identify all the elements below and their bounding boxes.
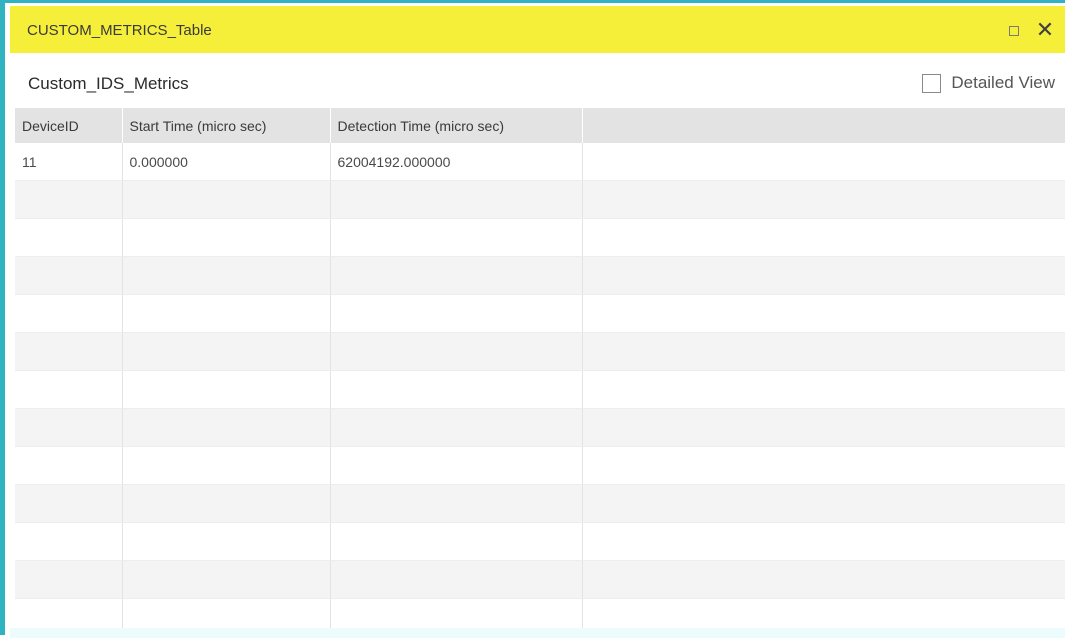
column-header[interactable] — [582, 108, 1065, 143]
table-body: 11 0.000000 62004192.000000 — [15, 143, 1065, 637]
table-cell — [15, 408, 123, 447]
table-cell — [122, 522, 331, 561]
metrics-table: DeviceID Start Time (micro sec) Detection … — [15, 108, 1065, 637]
table-cell — [122, 256, 331, 295]
table-cell — [582, 218, 1065, 257]
maximize-icon[interactable] — [1009, 26, 1019, 36]
table-cell — [582, 180, 1065, 219]
table-cell — [330, 560, 583, 599]
table-cell — [582, 522, 1065, 561]
table-cell — [122, 180, 331, 219]
table-cell — [15, 370, 123, 409]
table-cell — [330, 522, 583, 561]
table-row[interactable] — [15, 560, 1065, 599]
detailed-view-checkbox[interactable] — [922, 73, 942, 93]
table-row[interactable] — [15, 484, 1065, 523]
title-bar[interactable]: CUSTOM_METRICS_Table ✕ — [10, 6, 1065, 53]
table-cell — [15, 294, 123, 333]
detailed-view-toggle[interactable]: Detailed View — [922, 72, 1055, 94]
table-row[interactable] — [15, 256, 1065, 295]
table-row[interactable] — [15, 294, 1065, 333]
table-cell — [330, 484, 583, 523]
table-cell — [582, 560, 1065, 599]
table-cell — [582, 332, 1065, 371]
table-header-row: DeviceID Start Time (micro sec) Detection … — [15, 108, 1065, 143]
panel-title: Custom_IDS_Metrics — [28, 74, 189, 93]
table-row[interactable] — [15, 218, 1065, 257]
table-cell — [582, 294, 1065, 333]
table-cell — [582, 143, 1065, 181]
table-cell — [15, 484, 123, 523]
window-title: CUSTOM_METRICS_Table — [27, 22, 212, 39]
detailed-view-label: Detailed View — [951, 73, 1055, 92]
table-cell — [122, 446, 331, 485]
table-row[interactable]: 11 0.000000 62004192.000000 — [15, 143, 1065, 181]
column-header[interactable]: Detection Time (micro sec) — [330, 108, 583, 143]
table-cell — [330, 180, 583, 219]
table-row[interactable] — [15, 408, 1065, 447]
close-icon[interactable]: ✕ — [1035, 17, 1055, 43]
table-cell — [330, 332, 583, 371]
table-cell: 11 — [15, 143, 123, 181]
table-cell — [15, 522, 123, 561]
table-cell — [582, 256, 1065, 295]
table-cell — [15, 218, 123, 257]
table-cell — [15, 560, 123, 599]
table-cell — [330, 370, 583, 409]
column-header[interactable]: DeviceID — [15, 108, 123, 143]
table-row[interactable] — [15, 180, 1065, 219]
table-cell — [330, 218, 583, 257]
table-cell — [15, 332, 123, 371]
table-cell — [15, 446, 123, 485]
table-cell — [15, 256, 123, 295]
panel-header: Custom_IDS_Metrics Detailed View — [10, 53, 1065, 108]
table-cell — [330, 408, 583, 447]
table-cell — [122, 370, 331, 409]
table-cell — [582, 370, 1065, 409]
table-cell — [582, 446, 1065, 485]
table-row[interactable] — [15, 522, 1065, 561]
table-row[interactable] — [15, 332, 1065, 371]
table-cell — [330, 294, 583, 333]
table-cell — [122, 218, 331, 257]
table-cell — [122, 560, 331, 599]
table-cell: 0.000000 — [122, 143, 331, 181]
table-row[interactable] — [15, 446, 1065, 485]
table-cell — [15, 180, 123, 219]
table-cell — [582, 484, 1065, 523]
table-cell — [122, 294, 331, 333]
table-cell — [330, 256, 583, 295]
table-row[interactable] — [15, 370, 1065, 409]
table-cell — [582, 408, 1065, 447]
table-cell — [330, 446, 583, 485]
table-cell: 62004192.000000 — [330, 143, 583, 181]
table-cell — [122, 484, 331, 523]
column-header[interactable]: Start Time (micro sec) — [122, 108, 331, 143]
bottom-strip — [10, 628, 1065, 638]
custom-metrics-window: CUSTOM_METRICS_Table ✕ Custom_IDS_Metric… — [0, 0, 1065, 638]
table-cell — [122, 332, 331, 371]
table-cell — [122, 408, 331, 447]
